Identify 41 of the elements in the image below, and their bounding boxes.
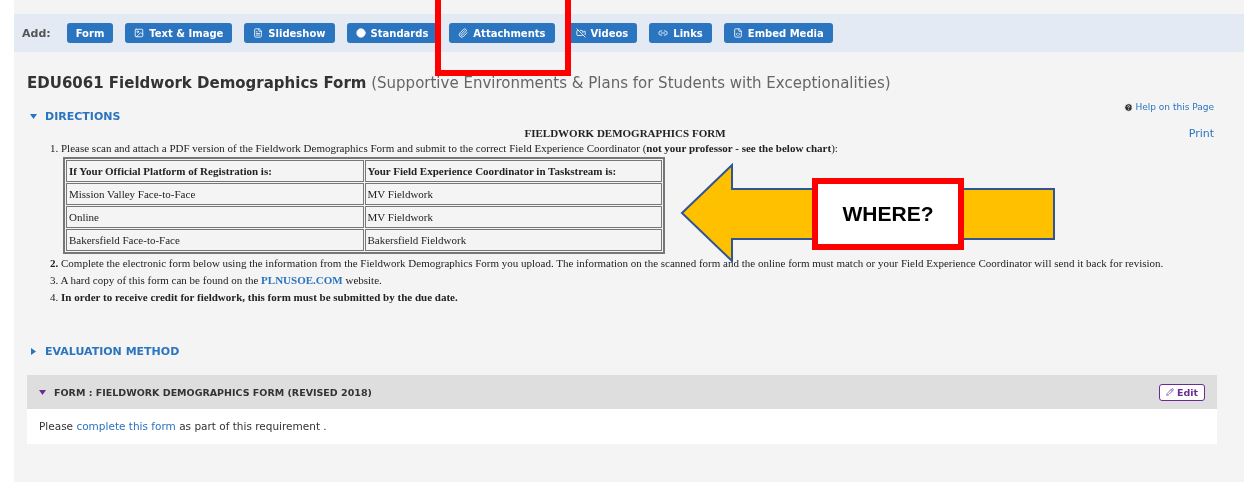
caret-icon (39, 388, 46, 396)
button-icon (253, 28, 264, 38)
form-link[interactable]: complete this form (76, 420, 176, 432)
button-icon (134, 28, 145, 38)
add-button[interactable]: Form (66, 23, 114, 43)
table-header: If Your Official Platform of Registration is: (66, 160, 364, 182)
add-label: Add: (22, 26, 51, 40)
caret-icon (30, 113, 37, 120)
table-cell: Bakersfield Face-to-Face (66, 229, 364, 251)
add-button[interactable]: Standards (346, 23, 438, 43)
button-icon (732, 28, 743, 38)
instruction-text: 3. A hard copy of this form can be found on the PLNUSOE.COM website. (50, 273, 383, 288)
table-cell: Mission Valley Face-to-Face (66, 183, 364, 205)
table-cell: MV Fieldwork (364, 206, 662, 228)
website-link[interactable]: PLNUSOE.COM (261, 274, 343, 286)
table-header: Your Field Experience Coordinator in Taskstream is: (364, 160, 662, 182)
add-button[interactable]: Embed Media (723, 23, 833, 43)
panel-text: Please complete this form as part of this requirement . (27, 409, 1217, 444)
pencil-icon (1165, 388, 1174, 396)
table-cell: Online (66, 206, 364, 228)
edit-button[interactable]: Edit (1158, 383, 1205, 401)
button-icon (355, 28, 366, 38)
instruction-text: 2. Complete the electronic form below using the information from the Fieldwork Demographics Form you upload. The information on the scanned form and the online form must match or your Field Experience Coordinator will send it back for revision. (50, 256, 1165, 271)
button-icon (658, 28, 669, 38)
help-icon (1124, 102, 1134, 112)
add-button[interactable]: Links (649, 23, 712, 43)
instruction-text: 4. In order to receive credit for fieldwork, this form must be submitted by the due date. (50, 290, 459, 305)
caret-icon (30, 348, 37, 355)
button-icon (575, 28, 586, 38)
add-button[interactable]: Slideshow (244, 23, 335, 43)
section-toggle[interactable]: EVALUATION METHOD (14, 345, 1244, 358)
button-icon (458, 28, 469, 38)
add-button[interactable]: Attachments (449, 23, 555, 43)
callout-text: WHERE? (812, 178, 964, 250)
instruction-text: 1. Please scan and attach a PDF version of the Fieldwork Demographics Form and submit to the correct Field Experience Coordinator (not your professor - see the below chart): (50, 141, 839, 156)
page-title: EDU6061 Fieldwork Demographics Form (Supportive Environments & Plans for Students with Exceptionalities) (26, 73, 892, 92)
table-cell: Bakersfield Fieldwork (364, 229, 662, 251)
print-link[interactable]: Print (1188, 127, 1214, 140)
panel-toggle[interactable]: FORM : FIELDWORK DEMOGRAPHICS FORM (REVISED 2018) (39, 386, 372, 398)
table-cell: MV Fieldwork (364, 183, 662, 205)
add-button[interactable]: Text & Image (125, 23, 233, 43)
